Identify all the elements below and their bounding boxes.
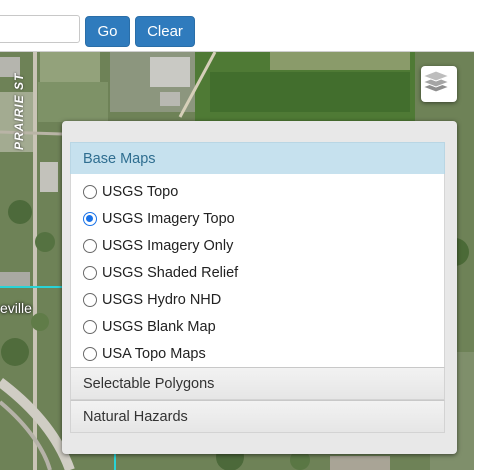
basemap-option-usgs-topo[interactable]: USGS Topo	[71, 178, 444, 205]
basemap-option-label: USGS Imagery Topo	[102, 210, 235, 227]
basemap-option-label: USGS Topo	[102, 183, 179, 200]
basemap-option-label: USGS Imagery Only	[102, 237, 234, 254]
radio-button[interactable]	[83, 238, 97, 253]
basemap-option-usgs-shaded-relief[interactable]: USGS Shaded Relief	[71, 259, 444, 286]
basemap-option-usgs-imagery-topo[interactable]: USGS Imagery Topo	[71, 205, 444, 232]
clear-button[interactable]: Clear	[135, 16, 195, 47]
radio-button[interactable]	[83, 265, 97, 280]
basemap-option-label: USA Topo Maps	[102, 345, 206, 362]
basemap-option-label: USGS Shaded Relief	[102, 264, 239, 281]
basemap-option-label: USGS Hydro NHD	[102, 291, 222, 308]
basemap-option-usgs-hydro-nhd[interactable]: USGS Hydro NHD	[71, 286, 444, 313]
base-maps-header[interactable]: Base Maps	[70, 142, 445, 174]
search-toolbar: Go Clear	[0, 0, 474, 52]
go-button[interactable]: Go	[85, 16, 130, 47]
street-label: PRAIRIE ST	[12, 72, 26, 150]
layer-panel: Base Maps USGS Topo USGS Imagery Topo US…	[62, 121, 457, 454]
layers-toggle-button[interactable]	[421, 66, 457, 102]
natural-hazards-header[interactable]: Natural Hazards	[70, 400, 445, 433]
base-maps-list: USGS Topo USGS Imagery Topo USGS Imagery…	[70, 174, 445, 367]
radio-button-selected[interactable]	[83, 211, 97, 226]
basemap-option-usgs-imagery-only[interactable]: USGS Imagery Only	[71, 232, 444, 259]
selectable-polygons-header[interactable]: Selectable Polygons	[70, 367, 445, 400]
basemap-option-label: USGS Blank Map	[102, 318, 216, 335]
radio-button[interactable]	[83, 184, 97, 199]
right-scroll-edge	[474, 0, 479, 470]
radio-button[interactable]	[83, 319, 97, 334]
town-label: eville	[0, 300, 32, 316]
basemap-option-usgs-blank-map[interactable]: USGS Blank Map	[71, 313, 444, 340]
radio-button[interactable]	[83, 346, 97, 361]
basemap-option-usa-topo-maps[interactable]: USA Topo Maps	[71, 340, 444, 367]
radio-button[interactable]	[83, 292, 97, 307]
search-input[interactable]	[0, 15, 80, 43]
